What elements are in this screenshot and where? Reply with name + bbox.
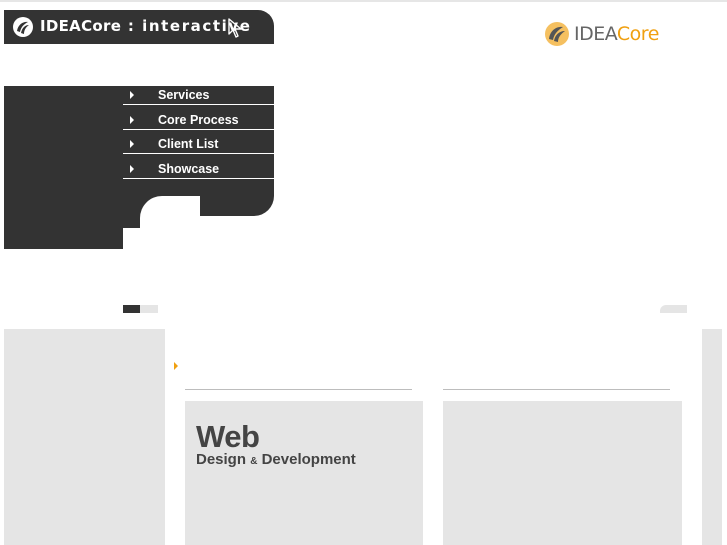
content-strip-right: [660, 305, 687, 313]
menu-item-label: Services: [158, 88, 210, 102]
menu-item-services[interactable]: Services: [123, 86, 274, 105]
top-border: [0, 0, 727, 2]
ideacore-logo-icon: [545, 22, 569, 46]
ideacore-logo-icon: [13, 17, 33, 37]
menu-arrow-icon: [130, 115, 134, 124]
brand-text-idea: IDEA: [574, 23, 617, 45]
right-column: [702, 329, 722, 545]
brand-logo[interactable]: IDEACore: [544, 20, 659, 48]
divider-line: [185, 389, 412, 390]
menu-item-label: Showcase: [158, 161, 220, 176]
card-subtitle-amp: &: [250, 456, 258, 467]
left-column: [4, 329, 165, 545]
bullet-arrow-icon: [174, 362, 178, 370]
content-card[interactable]: [443, 401, 682, 545]
card-subtitle-part2: Development: [261, 451, 356, 468]
header-brand-name: IDEACore: [40, 17, 122, 35]
menu-item-label: Core Process: [158, 112, 239, 127]
card-subtitle-part1: Design: [196, 451, 247, 468]
menu-item-label: Client List: [158, 137, 219, 151]
menu-item-client-list[interactable]: Client List: [123, 135, 274, 154]
menu-arrow-icon: [130, 164, 134, 173]
brand-logo-text: IDEACore: [574, 23, 659, 45]
divider-line: [443, 389, 670, 390]
card-title: Web: [196, 419, 260, 454]
menu-arrow-icon: [130, 91, 134, 99]
menu-arrow-icon: [130, 140, 134, 148]
cursor-arrow-icon: [228, 18, 242, 38]
header-separator: :: [121, 17, 143, 35]
header-title: IDEACore : interactive: [40, 17, 252, 35]
main-menu: Services Core Process Client List Showca…: [123, 86, 274, 184]
menu-item-showcase[interactable]: Showcase: [123, 159, 274, 179]
web-design-card[interactable]: Web Design & Development: [185, 401, 423, 545]
nav-panel-left: [4, 86, 123, 249]
content-strip-light: [140, 305, 158, 313]
content-strip-dark: [123, 305, 140, 313]
menu-item-core-process[interactable]: Core Process: [123, 110, 274, 130]
nav-panel-curve: [140, 196, 200, 256]
card-subtitle: Design & Development: [196, 451, 356, 468]
brand-text-core: Core: [616, 23, 659, 45]
header-bar: IDEACore : interactive: [4, 10, 274, 44]
